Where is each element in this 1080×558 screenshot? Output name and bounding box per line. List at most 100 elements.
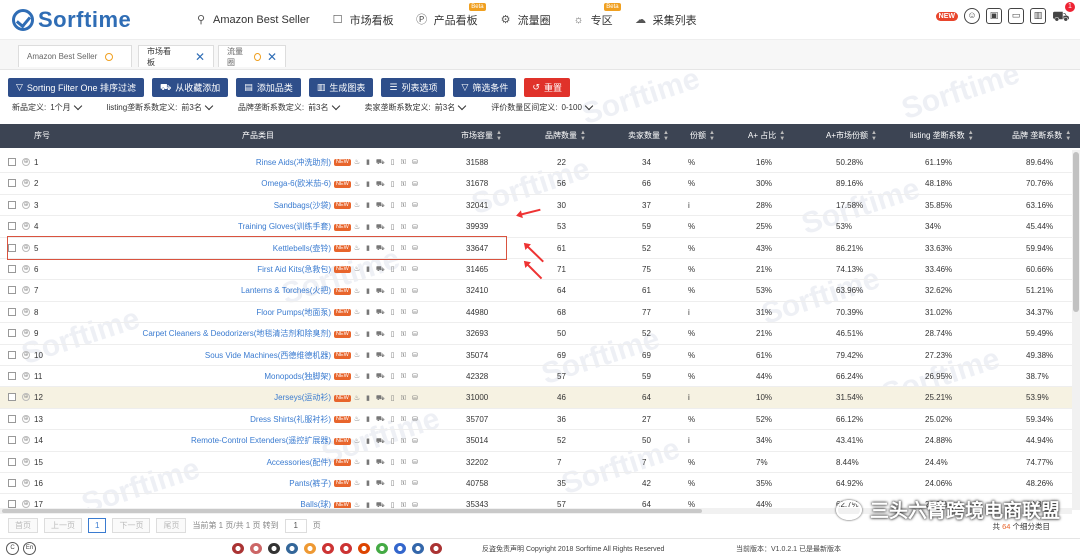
table-row[interactable]: ⊕ 14 Remote-Control Extenders(遥控扩展器) NEW ♨ ▮… xyxy=(0,430,1072,452)
refresh-icon[interactable] xyxy=(254,52,261,61)
table-row[interactable]: ⊕ 16 Pants(裤子) NEW ♨ ▮ ⛟ ▯ ⚿ ⛁ 40758 35 42% 35% 6… xyxy=(0,473,1072,495)
monitor-icon[interactable]: ▭ xyxy=(1008,8,1024,24)
column-header-8[interactable]: listing 垄断系数 ▲ ▼ xyxy=(910,124,974,148)
marketplace-flag-icon[interactable] xyxy=(358,543,370,554)
marketplace-flag-icon[interactable] xyxy=(286,543,298,554)
toolbar-button-4[interactable]: ☰ 列表选项 xyxy=(381,78,446,97)
next-page-button[interactable]: 下一页 xyxy=(112,518,151,533)
tab-traffic-circle[interactable]: 流量圈 ✕ xyxy=(218,45,286,67)
row-action-icons[interactable]: ♨ ▮ ⛟ ▯ ⚿ ⛁ xyxy=(354,324,420,345)
row-action-icons[interactable]: ♨ ▮ ⛟ ▯ ⚿ ⛁ xyxy=(354,281,420,302)
table-row[interactable]: ⊕ 2 Omega-6(欧米茄-6) NEW ♨ ▮ ⛟ ▯ ⚿ ⛁ 31678 56 66%… xyxy=(0,173,1072,195)
column-header-5[interactable]: 份额 ▲ ▼ xyxy=(690,124,715,148)
category-link[interactable]: Lanterns & Torches(火把) xyxy=(241,286,331,295)
scroll-thumb[interactable] xyxy=(1073,152,1079,312)
first-page-button[interactable]: 首页 xyxy=(8,518,38,533)
category-link[interactable]: Jerseys(运动衫) xyxy=(274,393,331,402)
table-row[interactable]: ⊕ 9 Carpet Cleaners & Deodorizers(地毯清洁剂和除臭… xyxy=(0,323,1072,345)
nav-item-2[interactable]: Ⓟ 产品看板 Beta xyxy=(416,2,486,28)
category-link[interactable]: Sandbags(沙袋) xyxy=(274,201,331,210)
toolbar-button-2[interactable]: ▤ 添加品类 xyxy=(236,78,301,97)
goto-page-input[interactable]: 1 xyxy=(284,518,307,533)
row-action-icons[interactable]: ♨ ▮ ⛟ ▯ ⚿ ⛁ xyxy=(354,152,420,173)
row-action-icons[interactable]: ♨ ▮ ⛟ ▯ ⚿ ⛁ xyxy=(354,452,420,473)
column-header-6[interactable]: A+ 占比 ▲ ▼ xyxy=(748,124,785,148)
row-action-icons[interactable]: ♨ ▮ ⛟ ▯ ⚿ ⛁ xyxy=(354,388,420,409)
column-header-7[interactable]: A+市场份额 ▲ ▼ xyxy=(826,124,877,148)
refresh-icon[interactable] xyxy=(105,52,114,61)
close-icon[interactable]: ✕ xyxy=(267,50,277,64)
category-link[interactable]: Training Gloves(训练手套) xyxy=(238,222,331,231)
vertical-scrollbar[interactable] xyxy=(1072,150,1080,510)
category-link[interactable]: Carpet Cleaners & Deodorizers(地毯清洁剂和除臭剂) xyxy=(143,329,332,338)
table-row[interactable]: ⊕ 6 First Aid Kits(急救包) NEW ♨ ▮ ⛟ ▯ ⚿ ⛁ 31465… xyxy=(0,259,1072,281)
marketplace-flag-icon[interactable] xyxy=(412,543,424,554)
table-row[interactable]: ⊕ 4 Training Gloves(训练手套) NEW ♨ ▮ ⛟ ▯ ⚿ ⛁ 399… xyxy=(0,216,1072,238)
scroll-thumb[interactable] xyxy=(2,509,702,513)
row-action-icons[interactable]: ♨ ▮ ⛟ ▯ ⚿ ⛁ xyxy=(354,302,420,323)
toolbar-button-3[interactable]: ▥ 生成图表 xyxy=(308,78,374,97)
table-row[interactable]: ⊕ 10 Sous Vide Machines(西德维德机器) NEW ♨ ▮ ⛟ ▯ … xyxy=(0,345,1072,366)
nav-item-4[interactable]: ☼ 专区 Beta xyxy=(573,2,621,28)
marketplace-flag-icon[interactable] xyxy=(322,543,334,554)
close-icon[interactable]: ✕ xyxy=(195,50,205,64)
filter-2[interactable]: 品牌垄断系数定义: 前3名 xyxy=(238,101,340,113)
row-action-icons[interactable]: ♨ ▮ ⛟ ▯ ⚿ ⛁ xyxy=(354,195,420,216)
marketplace-flag-icon[interactable] xyxy=(376,543,388,554)
filter-0[interactable]: 新品定义: 1个月 xyxy=(12,101,82,113)
table-row[interactable]: ⊕ 1 Rinse Aids(冲洗助剂) NEW ♨ ▮ ⛟ ▯ ⚿ ⛁ 31588 22 3… xyxy=(0,152,1072,174)
category-link[interactable]: Omega-6(欧米茄-6) xyxy=(261,179,331,188)
tab-amazon-best-seller[interactable]: Amazon Best Seller xyxy=(18,45,132,67)
tab-market-board[interactable]: 市场看板 ✕ xyxy=(138,45,214,67)
sort-icon[interactable]: ▲ ▼ xyxy=(580,130,586,142)
toolbar-button-5[interactable]: ▽ 筛选条件 xyxy=(453,78,517,97)
sort-icon[interactable]: ▲ ▼ xyxy=(496,130,502,142)
column-header-3[interactable]: 品牌数量 ▲ ▼ xyxy=(545,124,586,148)
lang-en-button[interactable]: En xyxy=(23,542,36,555)
table-row[interactable]: ⊕ 8 Floor Pumps(地面泵) NEW ♨ ▮ ⛟ ▯ ⚿ ⛁ 44980 68 7… xyxy=(0,302,1072,324)
sort-icon[interactable]: ▲ ▼ xyxy=(779,130,785,142)
table-row[interactable]: ⊕ 12 Jerseys(运动衫) NEW ♨ ▮ ⛟ ▯ ⚿ ⛁ 31000 46 64 i 1… xyxy=(0,387,1072,409)
marketplace-flag-icon[interactable] xyxy=(250,543,262,554)
filter-3[interactable]: 卖家垄断系数定义: 前3名 xyxy=(365,101,467,113)
marketplace-flag-icon[interactable] xyxy=(430,543,442,554)
marketplace-flag-icon[interactable] xyxy=(394,543,406,554)
category-link[interactable]: First Aid Kits(急救包) xyxy=(257,265,331,274)
category-link[interactable]: Remote-Control Extenders(遥控扩展器) xyxy=(191,436,331,445)
nav-item-5[interactable]: ☁ 采集列表 xyxy=(635,12,697,28)
sort-icon[interactable]: ▲ ▼ xyxy=(709,130,715,142)
brand-logo[interactable]: Sorftime xyxy=(12,7,177,33)
category-link[interactable]: Floor Pumps(地面泵) xyxy=(256,308,331,317)
table-row[interactable]: ⊕ 3 Sandbags(沙袋) NEW ♨ ▮ ⛟ ▯ ⚿ ⛁ 32041 30 37 i 28… xyxy=(0,195,1072,217)
prev-page-button[interactable]: 上一页 xyxy=(44,518,82,533)
row-action-icons[interactable]: ♨ ▮ ⛟ ▯ ⚿ ⛁ xyxy=(354,366,420,387)
sort-icon[interactable]: ▲ ▼ xyxy=(968,130,974,142)
toolbar-button-0[interactable]: ▽ Sorting Filter One 排序过滤 xyxy=(8,78,144,97)
filter-1[interactable]: listing垄断系数定义: 前3名 xyxy=(107,101,214,113)
column-header-4[interactable]: 卖家数量 ▲ ▼ xyxy=(628,124,669,148)
row-action-icons[interactable]: ♨ ▮ ⛟ ▯ ⚿ ⛁ xyxy=(354,345,420,366)
table-row[interactable]: ⊕ 15 Accessories(配件) NEW ♨ ▮ ⛟ ▯ ⚿ ⛁ 32202 7 7%… xyxy=(0,452,1072,473)
row-action-icons[interactable]: ♨ ▮ ⛟ ▯ ⚿ ⛁ xyxy=(354,174,420,195)
toolbar-button-1[interactable]: ⛟ 从收藏添加 xyxy=(151,78,229,97)
cart-icon[interactable]: ⛟ 1 xyxy=(1052,2,1075,24)
lang-cn-button[interactable]: C xyxy=(6,542,19,555)
nav-item-0[interactable]: ⚲ Amazon Best Seller xyxy=(195,12,310,28)
row-action-icons[interactable]: ♨ ▮ ⛟ ▯ ⚿ ⛁ xyxy=(354,431,420,452)
row-action-icons[interactable]: ♨ ▮ ⛟ ▯ ⚿ ⛁ xyxy=(354,409,420,430)
marketplace-flag-icon[interactable] xyxy=(232,543,244,554)
row-action-icons[interactable]: ♨ ▮ ⛟ ▯ ⚿ ⛁ xyxy=(354,259,420,280)
sort-icon[interactable]: ▲ ▼ xyxy=(1065,130,1071,142)
sort-icon[interactable]: ▲ ▼ xyxy=(663,130,669,142)
category-link[interactable]: Accessories(配件) xyxy=(267,458,331,467)
marketplace-flag-icon[interactable] xyxy=(304,543,316,554)
sort-icon[interactable]: ▲ ▼ xyxy=(871,130,877,142)
marketplace-flag-icon[interactable] xyxy=(340,543,352,554)
row-action-icons[interactable]: ♨ ▮ ⛟ ▯ ⚿ ⛁ xyxy=(354,473,420,494)
briefcase-icon[interactable]: ▣ xyxy=(986,8,1002,24)
column-header-9[interactable]: 品牌 垄断系数 ▲ ▼ xyxy=(1012,124,1071,148)
category-link[interactable]: Sous Vide Machines(西德维德机器) xyxy=(205,351,331,360)
category-link[interactable]: Monopods(独脚架) xyxy=(264,372,331,381)
table-row[interactable]: ⊕ 13 Dress Shirts(礼服衬衫) NEW ♨ ▮ ⛟ ▯ ⚿ ⛁ 35707… xyxy=(0,409,1072,431)
category-link[interactable]: Balls(球) xyxy=(300,500,331,508)
